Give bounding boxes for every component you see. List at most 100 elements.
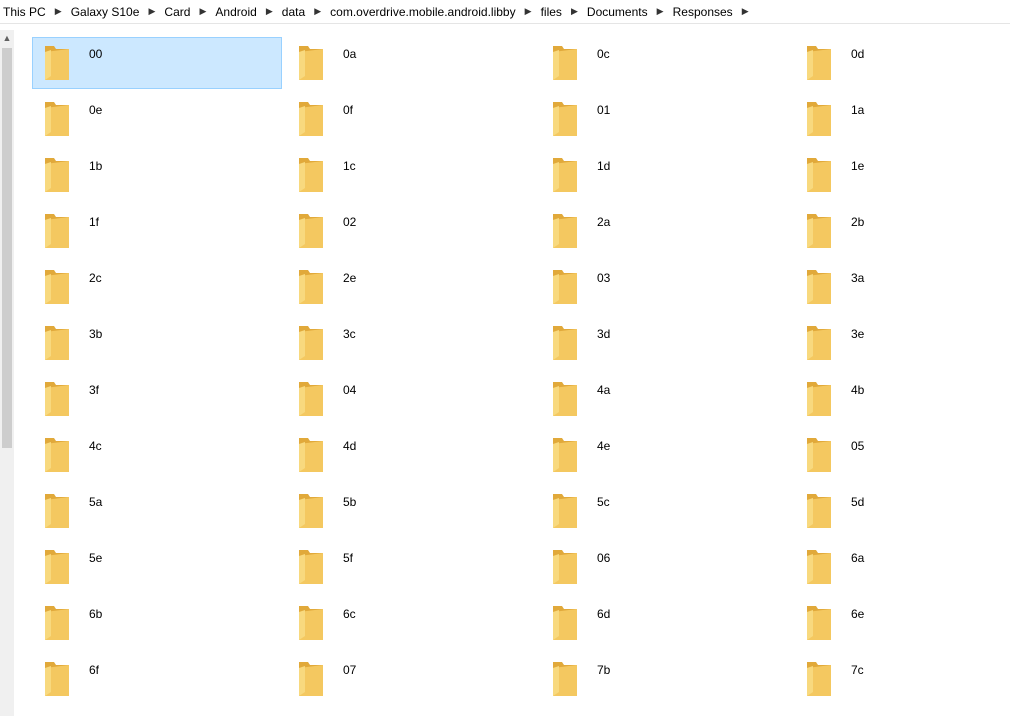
folder-item[interactable]: 3a: [794, 261, 1010, 313]
breadcrumb-item[interactable]: Documents: [584, 0, 651, 24]
folder-item[interactable]: 4e: [540, 429, 790, 481]
folder-icon: [551, 268, 579, 306]
folder-item[interactable]: 05: [794, 429, 1010, 481]
folder-item[interactable]: 3b: [32, 317, 282, 369]
folder-icon: [297, 100, 325, 138]
breadcrumb-item[interactable]: This PC: [0, 0, 49, 24]
folder-icon: [551, 100, 579, 138]
folder-icon: [551, 492, 579, 530]
folder-icon: [297, 380, 325, 418]
folder-item[interactable]: 5a: [32, 485, 282, 537]
folder-item[interactable]: 04: [286, 373, 536, 425]
folder-item[interactable]: 1a: [794, 93, 1010, 145]
folder-name: 5c: [597, 495, 610, 509]
folder-item[interactable]: 4c: [32, 429, 282, 481]
folder-icon: [805, 660, 833, 698]
folder-item[interactable]: 4d: [286, 429, 536, 481]
folder-item[interactable]: 1c: [286, 149, 536, 201]
folder-item[interactable]: 0f: [286, 93, 536, 145]
folder-item[interactable]: 0c: [540, 37, 790, 89]
scroll-up-arrow-icon[interactable]: ▲: [0, 30, 14, 46]
chevron-right-icon[interactable]: ▶: [565, 6, 584, 17]
folder-name: 3e: [851, 327, 865, 341]
folder-item[interactable]: 4b: [794, 373, 1010, 425]
breadcrumb-label: com.overdrive.mobile.android.libby: [330, 4, 516, 19]
folder-item[interactable]: 2e: [286, 261, 536, 313]
folder-icon: [551, 548, 579, 586]
folder-name: 3d: [597, 327, 611, 341]
folder-item[interactable]: 6f: [32, 653, 282, 705]
folder-name: 0c: [597, 47, 610, 61]
folder-name: 1c: [343, 159, 356, 173]
folder-name: 01: [597, 103, 611, 117]
folder-item[interactable]: 3d: [540, 317, 790, 369]
breadcrumb-item[interactable]: Android: [212, 0, 259, 24]
folder-item[interactable]: 3c: [286, 317, 536, 369]
chevron-right-icon[interactable]: ▶: [308, 6, 327, 17]
breadcrumb-item[interactable]: Galaxy S10e: [68, 0, 143, 24]
folder-item[interactable]: 5d: [794, 485, 1010, 537]
chevron-right-icon[interactable]: ▶: [260, 6, 279, 17]
folder-item[interactable]: 1d: [540, 149, 790, 201]
folder-item[interactable]: 6e: [794, 597, 1010, 649]
folder-icon: [551, 212, 579, 250]
chevron-right-icon[interactable]: ▶: [519, 6, 538, 17]
folder-name: 2a: [597, 215, 611, 229]
folder-item[interactable]: 1b: [32, 149, 282, 201]
folder-item[interactable]: 5b: [286, 485, 536, 537]
breadcrumb-item[interactable]: Card: [161, 0, 193, 24]
breadcrumb-item[interactable]: com.overdrive.mobile.android.libby: [327, 0, 518, 24]
folder-item[interactable]: 6b: [32, 597, 282, 649]
folder-item[interactable]: 6a: [794, 541, 1010, 593]
chevron-right-icon[interactable]: ▶: [651, 6, 670, 17]
chevron-right-icon[interactable]: ▶: [193, 6, 212, 17]
folder-item[interactable]: 7c: [794, 653, 1010, 705]
folder-item[interactable]: 5e: [32, 541, 282, 593]
folder-item[interactable]: 6d: [540, 597, 790, 649]
chevron-right-icon[interactable]: ▶: [142, 6, 161, 17]
folder-item[interactable]: 0a: [286, 37, 536, 89]
folder-name: 4e: [597, 439, 611, 453]
breadcrumb-item[interactable]: files: [538, 0, 565, 24]
folder-item[interactable]: 0e: [32, 93, 282, 145]
folder-name: 5a: [89, 495, 103, 509]
folder-item[interactable]: 2b: [794, 205, 1010, 257]
folder-item[interactable]: 3e: [794, 317, 1010, 369]
folder-item[interactable]: 0d: [794, 37, 1010, 89]
folder-icon: [805, 436, 833, 474]
scrollbar-thumb[interactable]: [2, 48, 12, 448]
folder-item[interactable]: 5f: [286, 541, 536, 593]
folder-item[interactable]: 1e: [794, 149, 1010, 201]
folder-item[interactable]: 5c: [540, 485, 790, 537]
folder-icon: [43, 268, 71, 306]
folder-icon: [551, 660, 579, 698]
folder-item[interactable]: 1f: [32, 205, 282, 257]
folder-item[interactable]: 3f: [32, 373, 282, 425]
folder-icon: [297, 436, 325, 474]
folder-item[interactable]: 6c: [286, 597, 536, 649]
folder-item[interactable]: 2a: [540, 205, 790, 257]
chevron-right-icon[interactable]: ▶: [49, 6, 68, 17]
folder-icon: [297, 212, 325, 250]
chevron-right-icon[interactable]: ▶: [736, 6, 755, 17]
breadcrumb-item[interactable]: data: [279, 0, 308, 24]
folder-name: 7c: [851, 663, 864, 677]
folder-icon: [43, 548, 71, 586]
folder-item[interactable]: 01: [540, 93, 790, 145]
folder-item[interactable]: 06: [540, 541, 790, 593]
folder-icon: [43, 324, 71, 362]
folder-icon: [43, 492, 71, 530]
folder-item[interactable]: 02: [286, 205, 536, 257]
folder-name: 2c: [89, 271, 102, 285]
folder-item[interactable]: 00: [32, 37, 282, 89]
breadcrumb-item[interactable]: Responses: [670, 0, 736, 24]
folder-name: 03: [597, 271, 611, 285]
folder-item[interactable]: 7b: [540, 653, 790, 705]
folder-item[interactable]: 07: [286, 653, 536, 705]
folder-item[interactable]: 2c: [32, 261, 282, 313]
folder-item[interactable]: 03: [540, 261, 790, 313]
folder-icon: [297, 324, 325, 362]
folder-icon: [43, 660, 71, 698]
folder-icon: [297, 604, 325, 642]
folder-item[interactable]: 4a: [540, 373, 790, 425]
